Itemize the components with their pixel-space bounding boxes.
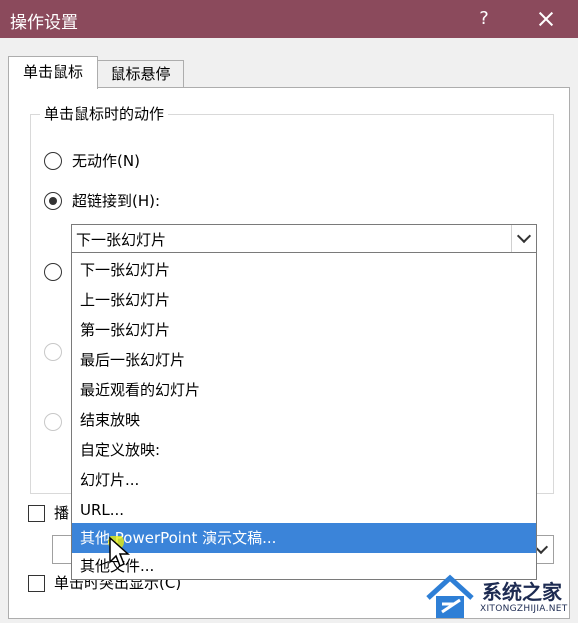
hyperlink-select-arrow[interactable]	[511, 225, 536, 252]
dropdown-item[interactable]: 幻灯片...	[72, 465, 536, 495]
dialog-title: 操作设置	[10, 13, 78, 33]
help-button[interactable]: ?	[470, 6, 498, 32]
dropdown-item[interactable]: 最后一张幻灯片	[72, 345, 536, 375]
group-legend: 单击鼠标时的动作	[40, 103, 169, 124]
hyperlink-dropdown-list: 下一张幻灯片 上一张幻灯片 第一张幻灯片 最后一张幻灯片 最近观看的幻灯片 结束…	[71, 252, 537, 580]
no-action-label: 无动作(N)	[72, 152, 140, 170]
dropdown-item[interactable]: 上一张幻灯片	[72, 285, 536, 315]
play-sound-label: 播	[54, 504, 70, 522]
watermark-url: XITONGZHIJIA.NET	[480, 604, 568, 614]
dropdown-item[interactable]: 自定义放映:	[72, 435, 536, 465]
run-program-radio[interactable]	[44, 263, 62, 281]
dropdown-item[interactable]: URL...	[72, 495, 536, 525]
hyperlink-label: 超链接到(H):	[72, 192, 161, 210]
hyperlink-radio[interactable]	[44, 192, 62, 210]
close-button[interactable]	[532, 6, 560, 32]
title-bar: 操作设置 ?	[0, 0, 578, 38]
run-macro-radio	[44, 343, 62, 361]
tab-mouse-click[interactable]: 单击鼠标	[8, 56, 98, 89]
watermark-logo: 系统之家 XITONGZHIJIA.NET	[420, 570, 578, 623]
dropdown-item[interactable]: 最近观看的幻灯片	[72, 375, 536, 405]
mouse-cursor-icon	[108, 536, 130, 568]
house-logo-icon	[426, 574, 474, 618]
dropdown-item[interactable]: 下一张幻灯片	[72, 255, 536, 285]
tab-mouse-over[interactable]: 鼠标悬停	[97, 60, 184, 88]
dropdown-item[interactable]: 结束放映	[72, 405, 536, 435]
play-sound-checkbox[interactable]	[28, 505, 45, 522]
highlight-click-checkbox[interactable]	[28, 575, 45, 592]
chevron-down-icon	[516, 228, 532, 244]
watermark-name: 系统之家	[482, 580, 562, 604]
hyperlink-select[interactable]: 下一张幻灯片	[71, 224, 537, 253]
dropdown-item[interactable]: 第一张幻灯片	[72, 315, 536, 345]
hyperlink-select-value: 下一张幻灯片	[76, 231, 167, 249]
dropdown-item-selected[interactable]: 其他 PowerPoint 演示文稿...	[72, 523, 536, 553]
no-action-radio[interactable]	[44, 152, 62, 170]
object-action-radio	[44, 413, 62, 431]
